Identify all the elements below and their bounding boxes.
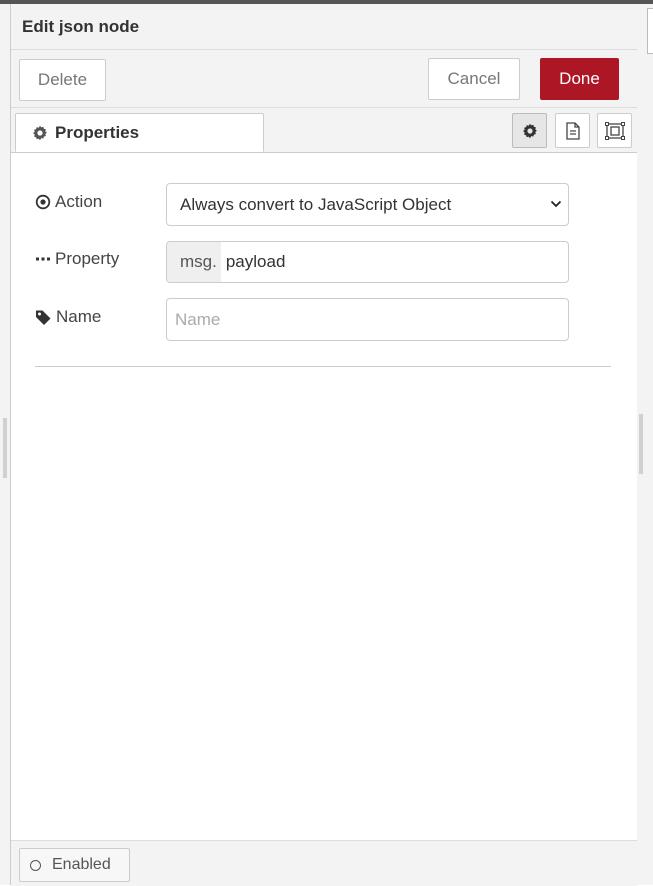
gear-icon	[33, 125, 47, 140]
dot-circle-icon	[35, 194, 51, 210]
delete-button[interactable]: Delete	[19, 59, 106, 101]
action-selected-value: Always convert to JavaScript Object	[180, 194, 452, 214]
tray-header: Edit json node	[11, 4, 637, 50]
property-typed-input[interactable]: msg. payload	[166, 241, 569, 283]
property-label: Property	[35, 249, 119, 269]
left-panel-edge	[0, 4, 10, 885]
resize-grip[interactable]	[639, 414, 643, 474]
enabled-label: Enabled	[52, 856, 111, 873]
name-label: Name	[35, 307, 101, 327]
tray-toolbar: Delete Cancel Done	[11, 50, 637, 108]
sidebar-handle[interactable]	[647, 8, 653, 54]
tab-properties[interactable]: Properties	[15, 113, 264, 152]
resize-grip[interactable]	[3, 418, 7, 478]
name-label-text: Name	[56, 307, 102, 326]
settings-tab-button[interactable]	[512, 113, 547, 148]
chevron-down-icon	[550, 200, 562, 208]
form-divider	[35, 366, 611, 367]
ellipsis-icon	[36, 257, 50, 261]
document-icon	[565, 121, 580, 140]
tab-properties-label: Properties	[55, 122, 140, 142]
circle-icon	[30, 859, 41, 871]
tag-icon	[36, 310, 51, 325]
property-label-text: Property	[55, 249, 120, 268]
enabled-toggle[interactable]: Enabled	[19, 848, 130, 882]
name-input[interactable]	[166, 298, 569, 341]
action-label: Action	[35, 192, 102, 212]
done-button[interactable]: Done	[540, 58, 619, 100]
property-type-prefix[interactable]: msg.	[167, 242, 221, 282]
frame-icon	[604, 121, 625, 140]
action-select[interactable]: Always convert to JavaScript Object	[166, 183, 569, 226]
tray-footer: Enabled	[11, 840, 637, 886]
appearance-tab-button[interactable]	[597, 113, 632, 148]
cancel-button[interactable]: Cancel	[428, 58, 520, 100]
tab-bar: Properties	[11, 108, 637, 153]
right-panel-edge	[636, 4, 653, 885]
tray-title: Edit json node	[22, 17, 140, 36]
gear-icon	[522, 123, 537, 138]
edit-tray: Edit json node Delete Cancel Done Proper…	[10, 4, 637, 886]
property-value[interactable]: payload	[221, 252, 286, 272]
action-label-text: Action	[55, 192, 103, 211]
description-tab-button[interactable]	[555, 113, 590, 148]
